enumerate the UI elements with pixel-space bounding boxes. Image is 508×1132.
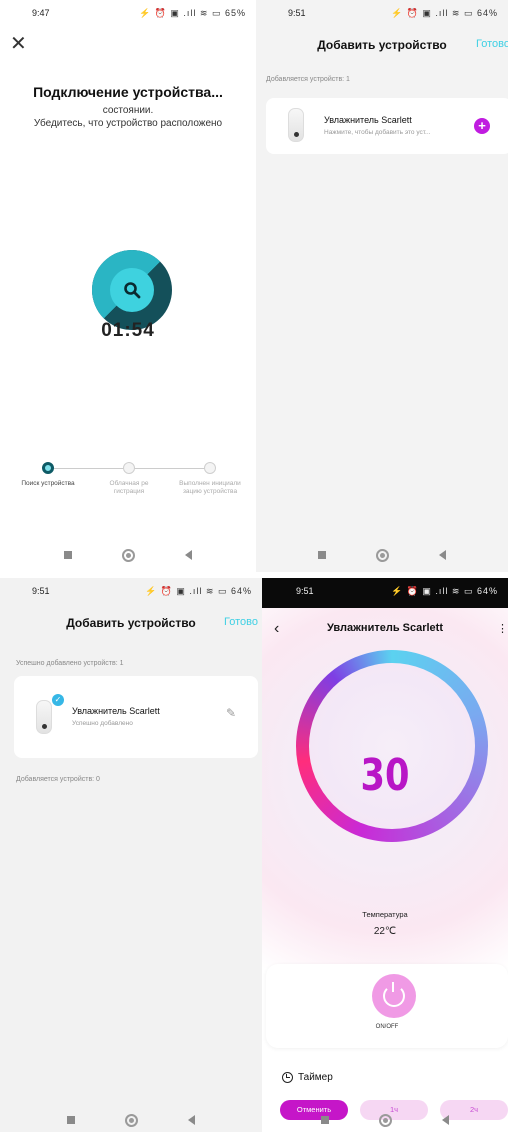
- clock-icon: [282, 1072, 293, 1083]
- device-subtitle: Успешно добавлено: [72, 720, 133, 727]
- power-card: ON/OFF: [266, 964, 508, 1048]
- status-time: 9:51: [288, 8, 306, 18]
- timer-heading-label: Таймер: [298, 1072, 333, 1083]
- step-init: Выполнен инициали зацию устройства: [175, 462, 245, 496]
- device-control-screen: 9:51 ⚡ ⏰ ▣ .ıll ≋ ▭ 64% ‹ Увлажнитель Sc…: [262, 578, 508, 1132]
- section-label-success: Успешно добавлено устройств: 1: [16, 660, 124, 667]
- device-card[interactable]: ✓ Увлажнитель Scarlett Успешно добавлено…: [14, 676, 258, 758]
- device-title: Увлажнитель Scarlett: [326, 622, 443, 634]
- humidifier-icon: [288, 108, 304, 142]
- system-nav-bar: [0, 538, 256, 572]
- screenshot-collage: 9:47 ⚡ ⏰ ▣ .ıll ≋ ▭ 65% ✕ Подключение ус…: [0, 0, 508, 1132]
- timer-heading: Таймер: [282, 1072, 333, 1083]
- humidifier-icon: [36, 700, 52, 734]
- back-icon[interactable]: [188, 1115, 195, 1125]
- temperature-value: 22℃: [373, 926, 397, 937]
- device-name: Увлажнитель Scarlett: [324, 115, 412, 125]
- recent-apps-icon[interactable]: [64, 551, 72, 559]
- system-nav-bar: [0, 1108, 262, 1132]
- system-nav-bar: [256, 538, 508, 572]
- step-label: Выполнен инициали зацию устройства: [179, 480, 241, 495]
- subtitle-line-1: состоянии.: [102, 105, 154, 116]
- home-icon[interactable]: [379, 1113, 392, 1127]
- step-label: Поиск устройства: [21, 480, 75, 487]
- back-icon[interactable]: [439, 550, 446, 560]
- step-cloud: Облачная ре гистрация: [94, 462, 164, 496]
- countdown-timer: 01:54: [101, 320, 155, 341]
- power-button[interactable]: [372, 974, 416, 1018]
- status-bar: 9:51 ⚡ ⏰ ▣ .ıll ≋ ▭ 64%: [256, 0, 508, 26]
- page-title: Подключение устройства...: [33, 84, 223, 100]
- status-icons: ⚡ ⏰ ▣ .ıll ≋ ▭ 64%: [391, 585, 498, 596]
- step-search: Поиск устройства: [13, 462, 83, 488]
- status-icons: ⚡ ⏰ ▣ .ıll ≋ ▭ 65%: [139, 7, 246, 18]
- status-bar: 9:47 ⚡ ⏰ ▣ .ıll ≋ ▭ 65%: [0, 0, 256, 26]
- status-time: 9:47: [32, 8, 50, 18]
- page-title: Добавить устройство: [317, 38, 447, 52]
- section-label: Добавляется устройств: 1: [266, 76, 350, 83]
- step-label: Облачная ре гистрация: [109, 480, 149, 495]
- home-icon[interactable]: [376, 548, 389, 562]
- power-icon: [383, 982, 405, 1007]
- status-icons: ⚡ ⏰ ▣ .ıll ≋ ▭ 64%: [145, 585, 252, 596]
- device-card[interactable]: Увлажнитель Scarlett Нажмите, чтобы доба…: [266, 98, 508, 154]
- humidity-dial[interactable]: [296, 650, 488, 842]
- more-icon[interactable]: ⋮: [497, 622, 508, 635]
- system-nav-bar: [262, 1108, 508, 1132]
- status-bar: 9:51 ⚡ ⏰ ▣ .ıll ≋ ▭ 64%: [262, 578, 508, 604]
- home-icon[interactable]: [122, 548, 135, 562]
- device-name: Увлажнитель Scarlett: [72, 706, 160, 716]
- progress-steps: Поиск устройства Облачная ре гистрация В…: [18, 462, 241, 522]
- done-button[interactable]: Готово: [476, 38, 508, 50]
- close-icon[interactable]: ✕: [10, 34, 27, 54]
- recent-apps-icon[interactable]: [321, 1116, 329, 1124]
- status-bar: 9:51 ⚡ ⏰ ▣ .ıll ≋ ▭ 64%: [0, 578, 262, 604]
- search-icon: [110, 268, 154, 312]
- back-icon[interactable]: [442, 1115, 449, 1125]
- temperature-label: Температура: [362, 910, 408, 919]
- back-icon[interactable]: [185, 550, 192, 560]
- done-button[interactable]: Готово: [224, 616, 258, 628]
- search-indicator: [92, 250, 172, 330]
- check-icon: ✓: [52, 694, 64, 706]
- subtitle-line-2: Убедитесь, что устройство расположено: [33, 118, 223, 129]
- add-device-screen: 9:51 ⚡ ⏰ ▣ .ıll ≋ ▭ 64% Добавить устройс…: [256, 0, 508, 572]
- section-label-adding: Добавляется устройств: 0: [16, 776, 100, 783]
- device-subtitle: Нажмите, чтобы добавить это уст...: [324, 129, 431, 136]
- status-time: 9:51: [296, 586, 314, 596]
- add-device-button[interactable]: +: [474, 118, 490, 134]
- status-icons: ⚡ ⏰ ▣ .ıll ≋ ▭ 64%: [391, 7, 498, 18]
- home-icon[interactable]: [125, 1113, 138, 1127]
- onoff-label: ON/OFF: [375, 1024, 399, 1030]
- status-time: 9:51: [32, 586, 50, 596]
- page-title: Добавить устройство: [66, 616, 196, 630]
- device-added-screen: 9:51 ⚡ ⏰ ▣ .ıll ≋ ▭ 64% Добавить устройс…: [0, 578, 262, 1132]
- recent-apps-icon[interactable]: [318, 551, 326, 559]
- connecting-screen: 9:47 ⚡ ⏰ ▣ .ıll ≋ ▭ 65% ✕ Подключение ус…: [0, 0, 256, 572]
- humidity-value: 30: [360, 750, 410, 801]
- recent-apps-icon[interactable]: [67, 1116, 75, 1124]
- edit-icon[interactable]: ✎: [226, 706, 236, 720]
